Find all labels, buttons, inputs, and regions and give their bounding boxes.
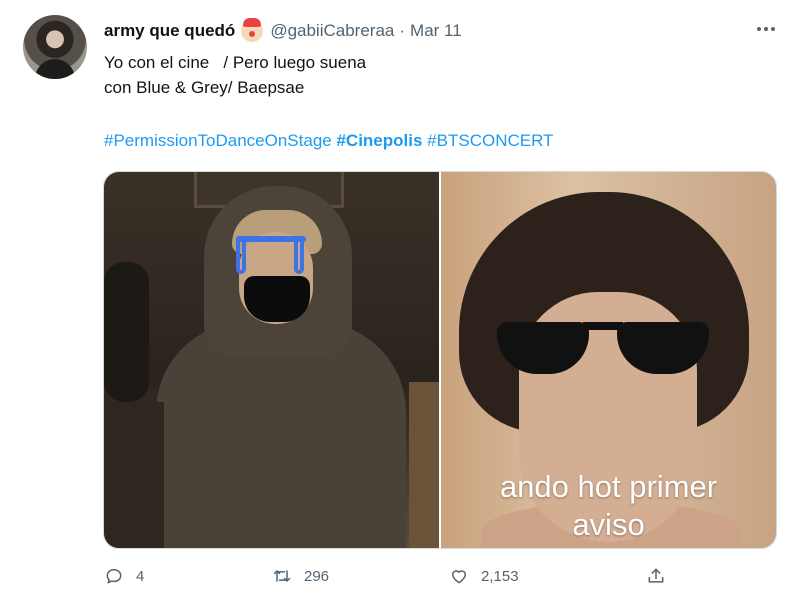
media-grid: ando hot primer aviso	[103, 171, 777, 549]
tweet-date[interactable]: Mar 11	[410, 21, 462, 41]
photo-hooded-person[interactable]	[104, 172, 439, 548]
tweet-text-line-1: Yo con el cine / Pero luego suena	[104, 53, 367, 72]
tweet-text-line-2: con Blue & Grey/ Baepsae	[104, 78, 305, 97]
tweet-actions: 4 296 2,153	[104, 566, 684, 592]
retweet-count: 296	[304, 567, 330, 585]
display-name[interactable]: army que quedó	[104, 21, 235, 41]
hashtag-btsconcert[interactable]: #BTSCONCERT	[427, 131, 553, 150]
avatar[interactable]	[23, 15, 87, 79]
more-icon[interactable]	[751, 18, 781, 40]
like-icon	[452, 570, 466, 584]
handle[interactable]: @gabiiCabreraa	[270, 21, 394, 41]
share-icon	[648, 568, 664, 583]
hashtags: #PermissionToDanceOnStage #Cinepolis #BT…	[104, 128, 553, 153]
like-count: 2,153	[481, 567, 519, 585]
hashtag-permissiontodanceonstage[interactable]: #PermissionToDanceOnStage	[104, 131, 332, 150]
separator: ·	[399, 21, 406, 40]
hashtag-cinepolis[interactable]: #Cinepolis	[336, 131, 422, 150]
share-button[interactable]	[646, 566, 666, 586]
retweet-icon	[273, 570, 291, 582]
sunglasses-icon	[497, 316, 709, 374]
reply-icon	[106, 569, 122, 584]
tweet-header: army que quedó @gabiiCabreraa · Mar 11	[104, 18, 462, 42]
clown-face-emoji-icon	[241, 18, 264, 42]
reply-count: 4	[136, 567, 145, 585]
tweet-text: Yo con el cine / Pero luego suena con Bl…	[104, 50, 366, 100]
photo-sunglasses-meme[interactable]: ando hot primer aviso	[441, 172, 776, 548]
retweet-button[interactable]: 296	[272, 566, 329, 586]
like-button[interactable]: 2,153	[449, 566, 519, 586]
meme-caption: ando hot primer aviso	[499, 469, 718, 542]
reply-button[interactable]: 4	[104, 566, 144, 586]
